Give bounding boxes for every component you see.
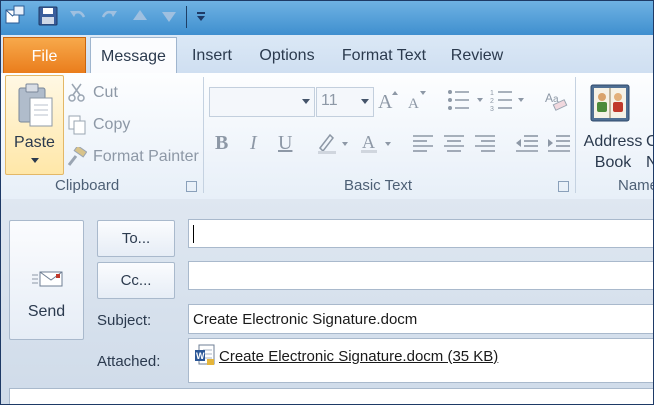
svg-text:A: A [362, 132, 375, 152]
cut-label: Cut [93, 84, 118, 101]
basic-text-launcher-icon[interactable] [558, 181, 569, 192]
send-button[interactable]: Send [9, 220, 84, 340]
numbering-icon[interactable]: 123 [490, 87, 530, 119]
svg-text:W: W [196, 351, 205, 361]
cc-field[interactable] [188, 261, 653, 290]
clear-formatting-icon[interactable]: Aa [544, 87, 570, 119]
tab-options[interactable]: Options [253, 37, 321, 71]
subject-field[interactable]: Create Electronic Signature.docm [188, 304, 653, 334]
font-size-value: 11 [321, 92, 338, 109]
chevron-down-icon [302, 99, 310, 104]
names-group-label: Name [618, 177, 653, 194]
highlight-icon[interactable] [316, 131, 354, 161]
cc-button[interactable]: Cc... [97, 262, 175, 299]
outlook-app-icon[interactable] [3, 4, 27, 28]
title-bar [1, 1, 653, 35]
clipboard-launcher-icon[interactable] [186, 181, 197, 192]
font-size-combo[interactable]: 11 [316, 87, 374, 117]
copy-icon [67, 115, 87, 135]
basic-text-group-label: Basic Text [344, 177, 413, 194]
address-book-button[interactable]: Address Book [579, 131, 647, 173]
svg-text:A: A [545, 91, 553, 105]
previous-item-icon[interactable] [128, 4, 152, 28]
bold-button[interactable]: B [215, 132, 228, 155]
clipboard-group-label: Clipboard [55, 177, 120, 194]
increase-indent-icon[interactable] [546, 133, 572, 159]
text-cursor [193, 225, 194, 243]
italic-button[interactable]: I [250, 132, 257, 155]
paste-dropdown-icon[interactable] [31, 158, 39, 163]
word-document-icon: W [195, 344, 215, 365]
font-name-combo[interactable] [209, 87, 315, 117]
subject-value: Create Electronic Signature.docm [193, 311, 418, 328]
shrink-font-icon[interactable]: A [407, 89, 429, 117]
scissors-icon [67, 83, 87, 103]
paste-button[interactable]: Paste [5, 75, 64, 175]
copy-button[interactable]: Copy [67, 113, 130, 137]
svg-text:A: A [378, 91, 393, 111]
ribbon-message: Paste Cut Copy Format Painter Clipboard [1, 73, 653, 200]
check-names-label-line2: N [646, 152, 653, 173]
attachment-link[interactable]: Create Electronic Signature.docm (35 KB) [219, 348, 498, 365]
qat-divider [186, 6, 187, 28]
tab-file[interactable]: File [3, 37, 86, 73]
to-button[interactable]: To... [97, 220, 175, 257]
attached-label: Attached: [97, 353, 161, 370]
align-left-icon[interactable] [411, 133, 435, 159]
align-right-icon[interactable] [473, 133, 497, 159]
send-label: Send [27, 303, 66, 320]
undo-icon[interactable] [66, 4, 90, 28]
outlook-message-window: File Message Insert Options Format Text … [0, 0, 654, 405]
message-header: Send To... Cc... Subject: Create Electro… [1, 199, 653, 404]
check-names-button[interactable]: C N [646, 131, 653, 173]
underline-button[interactable]: U [278, 132, 292, 155]
paste-label: Paste [14, 134, 55, 151]
tab-format-text[interactable]: Format Text [336, 37, 432, 71]
svg-text:3: 3 [490, 106, 494, 113]
next-item-icon[interactable] [157, 4, 181, 28]
customize-qat-icon[interactable] [189, 4, 213, 28]
svg-text:A: A [408, 96, 419, 111]
tab-message[interactable]: Message [90, 37, 177, 74]
bullets-icon[interactable] [447, 87, 487, 119]
svg-text:2: 2 [490, 98, 494, 105]
clipboard-icon [18, 83, 53, 127]
ribbon-tab-bar: File Message Insert Options Format Text … [1, 35, 653, 74]
tab-review[interactable]: Review [445, 37, 509, 71]
format-painter-button[interactable]: Format Painter [67, 145, 199, 169]
subject-label: Subject: [97, 312, 152, 329]
cut-button[interactable]: Cut [67, 81, 118, 105]
message-body[interactable] [9, 388, 653, 404]
grow-font-icon[interactable]: A [378, 89, 400, 117]
tab-insert[interactable]: Insert [184, 37, 240, 71]
save-icon[interactable] [36, 4, 60, 28]
paintbrush-icon [67, 147, 87, 167]
chevron-down-icon [361, 99, 369, 104]
font-color-icon[interactable]: A [361, 131, 399, 161]
address-book-label-line2: Book [594, 154, 632, 171]
address-book-icon[interactable] [588, 81, 634, 131]
attached-field: W Create Electronic Signature.docm (35 K… [188, 338, 653, 383]
send-envelope-icon [32, 271, 63, 287]
group-divider [203, 77, 204, 193]
redo-icon[interactable] [97, 4, 121, 28]
check-names-label-line1: C [646, 131, 653, 152]
format-painter-label: Format Painter [93, 148, 199, 165]
svg-text:1: 1 [490, 90, 494, 97]
copy-label: Copy [93, 116, 131, 133]
to-field[interactable] [188, 219, 653, 248]
align-center-icon[interactable] [442, 133, 466, 159]
group-divider [575, 77, 576, 193]
decrease-indent-icon[interactable] [514, 133, 540, 159]
address-book-label-line1: Address [583, 133, 643, 150]
